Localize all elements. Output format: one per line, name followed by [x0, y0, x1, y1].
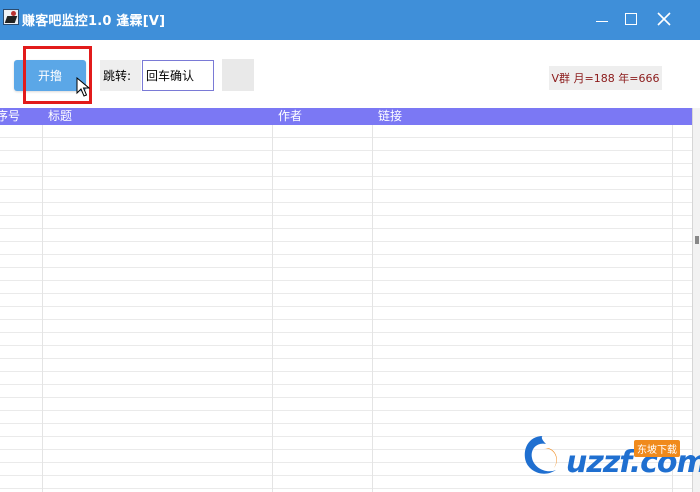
column-divider [42, 125, 43, 492]
table-header: 序号 标题 作者 链接 [0, 108, 692, 125]
blank-button[interactable] [222, 59, 254, 91]
minimize-icon [596, 20, 608, 22]
column-divider [372, 125, 373, 492]
jump-label: 跳转: [100, 60, 141, 91]
close-icon [657, 12, 671, 26]
title-bar: 赚客吧监控1.0 逢霖[V] [0, 0, 700, 40]
column-header-link[interactable]: 链接 [378, 109, 402, 124]
column-header-index[interactable]: 序号 [0, 109, 20, 124]
column-header-title[interactable]: 标题 [48, 109, 72, 124]
maximize-button[interactable] [619, 8, 643, 30]
minimize-button[interactable] [590, 8, 614, 30]
jump-input[interactable] [142, 60, 214, 91]
watermark: uzzf.com 东坡下载 [510, 428, 700, 490]
v-group-badge: V群 月=188 年=666 [549, 66, 662, 90]
mouse-cursor-icon [76, 77, 90, 97]
column-divider [272, 125, 273, 492]
column-header-author[interactable]: 作者 [278, 109, 302, 124]
app-logo-icon [3, 9, 19, 25]
watermark-badge: 东坡下载 [634, 440, 680, 457]
watermark-logo-icon [524, 436, 557, 474]
maximize-icon [625, 13, 637, 25]
window-title: 赚客吧监控1.0 逢霖[V] [22, 14, 166, 29]
edge-marker [695, 236, 699, 244]
close-button[interactable] [652, 8, 676, 30]
